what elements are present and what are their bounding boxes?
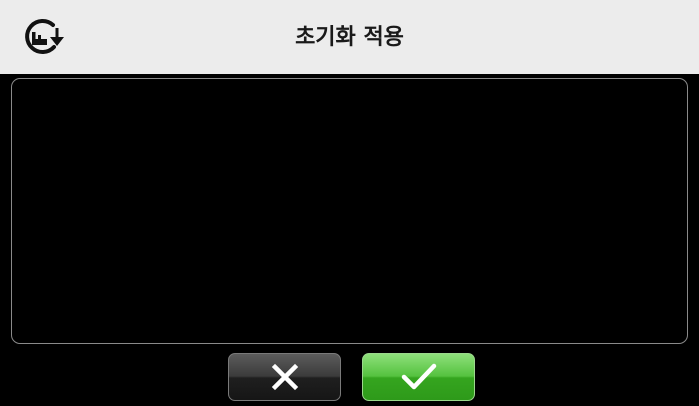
dialog-screen: 초기화 적용 <box>0 0 699 406</box>
cancel-button[interactable] <box>228 353 341 401</box>
page-title: 초기화 적용 <box>295 25 404 50</box>
checkmark-icon <box>401 363 436 390</box>
restore-icon <box>21 17 65 57</box>
header-bar: 초기화 적용 <box>0 0 699 74</box>
content-panel <box>11 78 688 344</box>
confirm-button[interactable] <box>362 353 475 401</box>
close-icon <box>271 363 298 391</box>
